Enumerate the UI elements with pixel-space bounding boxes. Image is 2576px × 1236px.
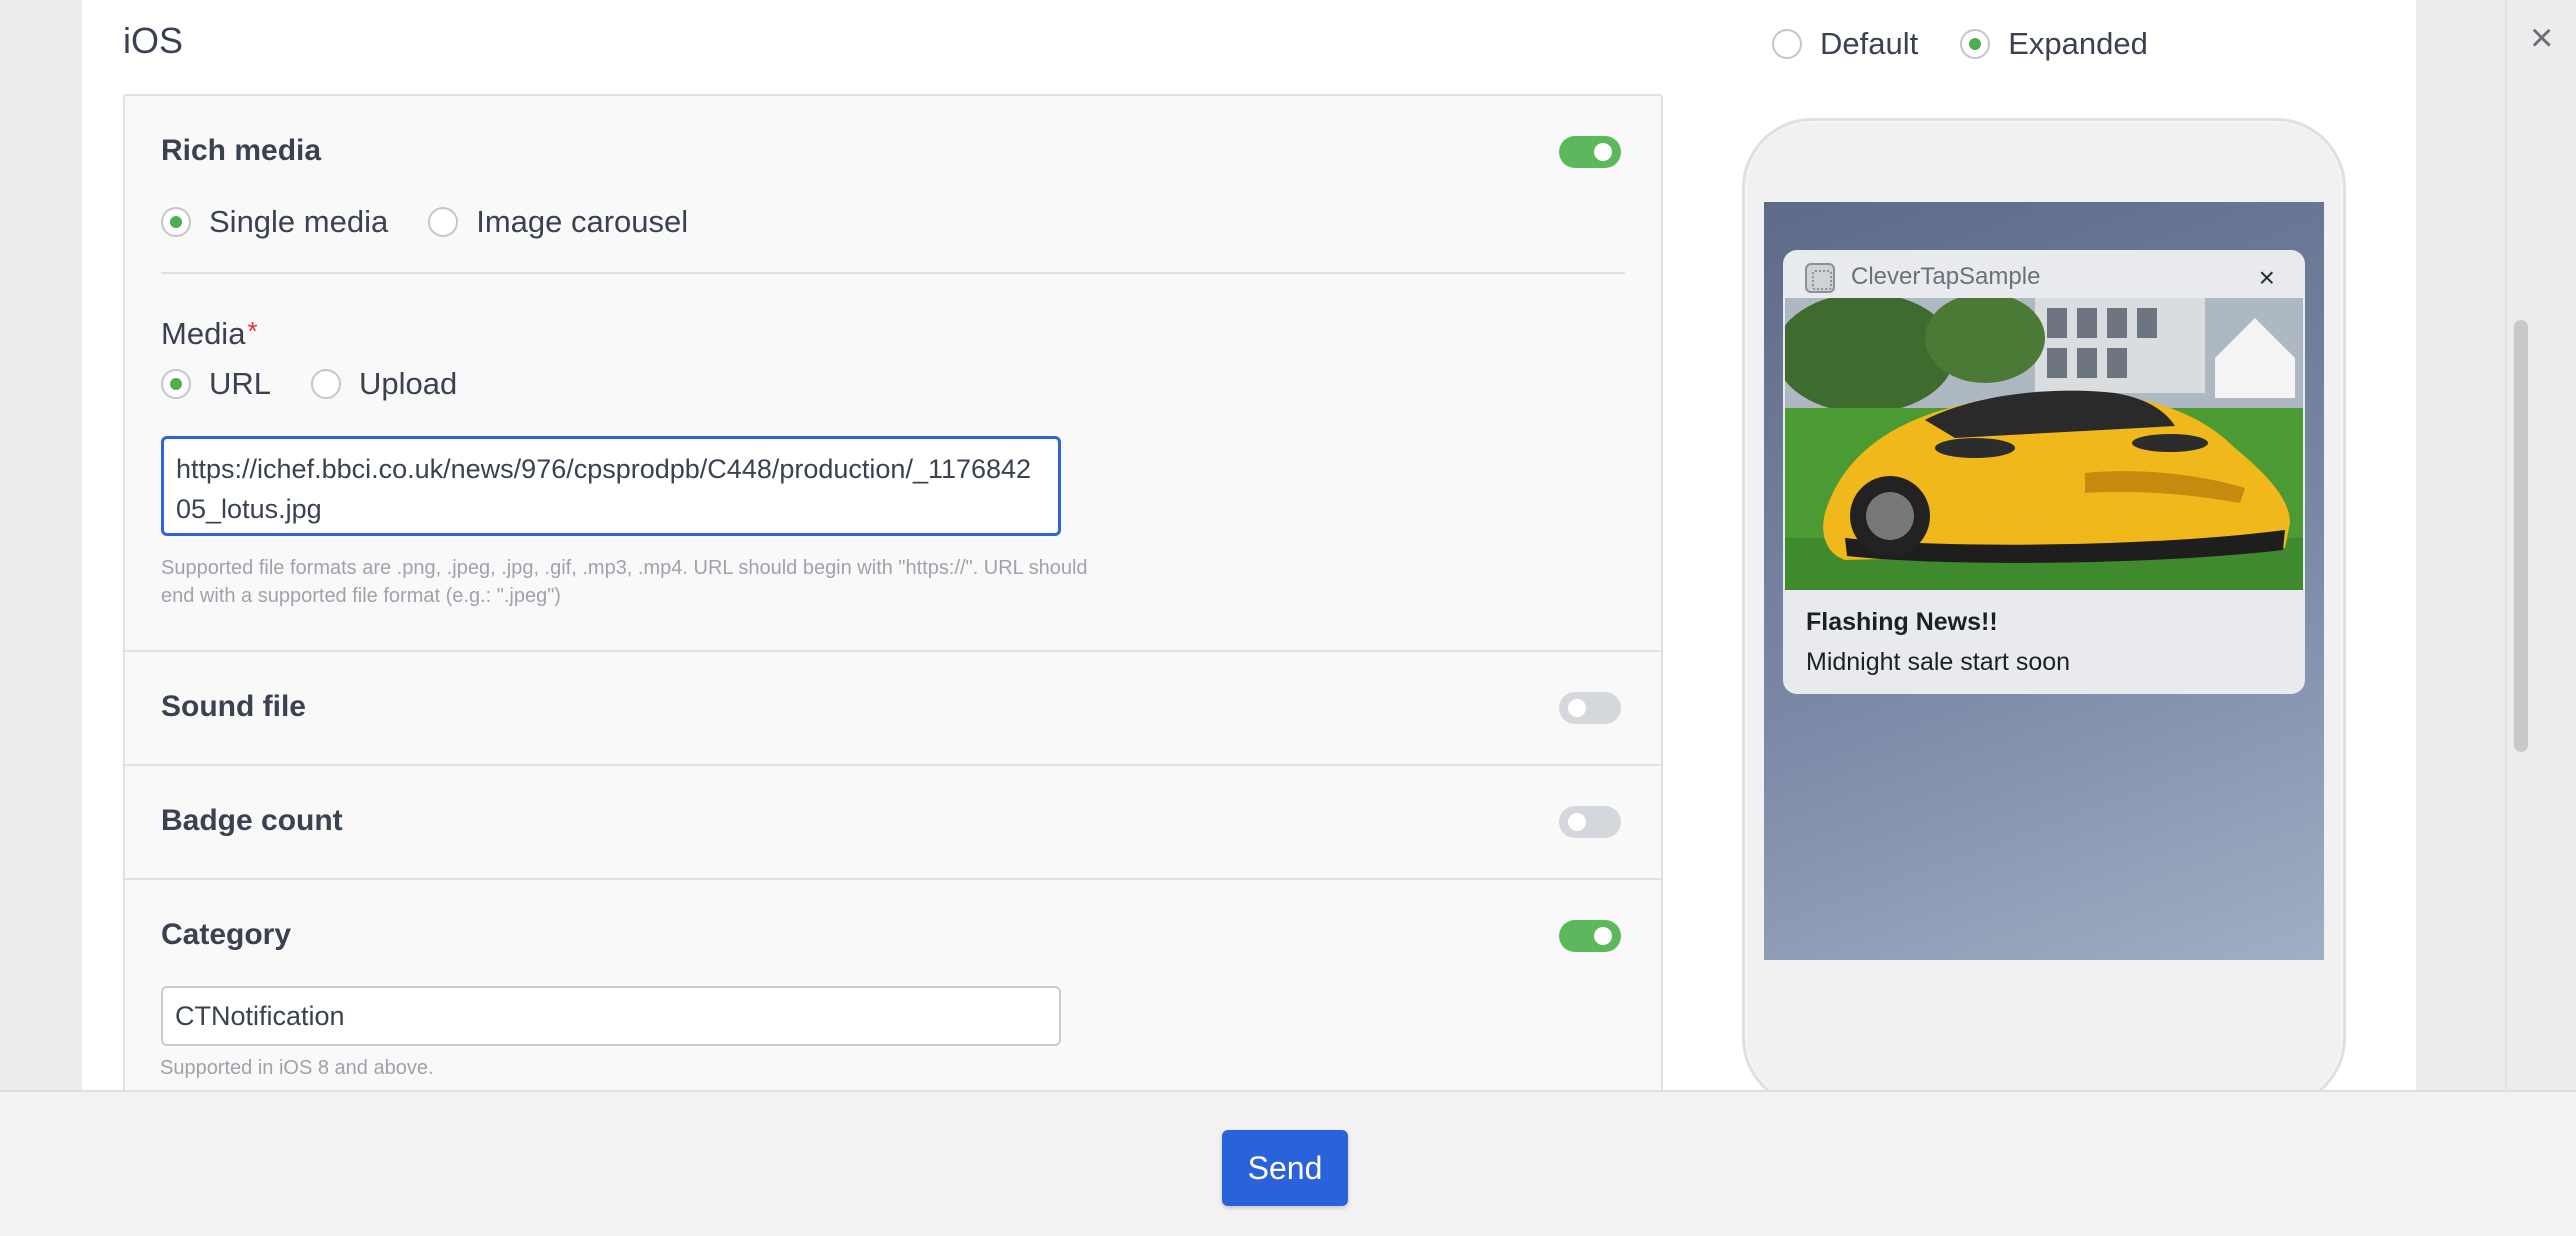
- toggle-knob: [1568, 699, 1586, 717]
- radio-single-media[interactable]: Single media: [161, 204, 388, 240]
- ios-settings-card: Rich media Single media Image carousel M…: [123, 94, 1663, 1175]
- notification-image: [1785, 298, 2303, 590]
- category-input[interactable]: CTNotification: [161, 986, 1061, 1046]
- notification-body: Midnight sale start soon: [1806, 648, 2071, 676]
- notification-card: CleverTapSample × Flashing News!! Midnig…: [1783, 250, 2305, 694]
- radio-circle: [311, 369, 342, 399]
- radio-label: Default: [1820, 26, 1919, 61]
- rich-media-toggle[interactable]: [1559, 136, 1621, 168]
- badge-count-title: Badge count: [161, 804, 343, 837]
- radio-label: Upload: [359, 366, 458, 401]
- radio-label: URL: [209, 366, 272, 401]
- preview-mode-radio-group: Default Expanded: [1772, 26, 2190, 62]
- category-title: Category: [161, 918, 292, 951]
- radio-circle: [428, 207, 459, 237]
- required-marker: *: [247, 316, 258, 346]
- section-divider: [161, 272, 1625, 274]
- notification-header: CleverTapSample ×: [1783, 250, 2305, 298]
- media-field-label: Media*: [161, 316, 258, 352]
- rich-media-title: Rich media: [161, 134, 322, 167]
- radio-label: Single media: [209, 204, 389, 239]
- toggle-knob: [1594, 143, 1612, 161]
- radio-label: Expanded: [2008, 26, 2148, 61]
- category-help-text-visible: Supported in iOS 8 and above.: [160, 1057, 434, 1079]
- badge-count-toggle[interactable]: [1559, 806, 1621, 838]
- radio-default[interactable]: Default: [1772, 26, 1918, 62]
- media-help-text: Supported file formats are .png, .jpeg, …: [161, 557, 1088, 607]
- radio-label: Image carousel: [476, 204, 689, 239]
- sound-file-toggle[interactable]: [1559, 692, 1621, 724]
- radio-upload[interactable]: Upload: [311, 366, 457, 402]
- close-icon[interactable]: ×: [2530, 18, 2553, 58]
- media-url-input[interactable]: https://ichef.bbci.co.uk/news/976/cpspro…: [161, 436, 1061, 536]
- radio-image-carousel[interactable]: Image carousel: [428, 204, 688, 240]
- radio-circle: [161, 369, 191, 399]
- sports-car-image-icon: [1785, 298, 2303, 590]
- toggle-knob: [1568, 813, 1586, 831]
- rich-media-section: Rich media Single media Image carousel M…: [125, 96, 1661, 650]
- media-label-text: Media: [161, 316, 246, 351]
- radio-url[interactable]: URL: [161, 366, 271, 402]
- media-source-radio-group: URL Upload: [161, 366, 497, 402]
- app-icon: [1805, 263, 1835, 293]
- badge-count-section: Badge count: [125, 764, 1661, 878]
- notification-close-icon[interactable]: ×: [2259, 262, 2275, 294]
- notification-title: Flashing News!!: [1806, 608, 1998, 636]
- media-type-radio-group: Single media Image carousel: [161, 204, 728, 240]
- scrollbar-thumb[interactable]: [2514, 320, 2528, 752]
- radio-circle: [1960, 29, 1991, 59]
- side-rail-divider: [2505, 0, 2507, 1090]
- category-toggle[interactable]: [1559, 920, 1621, 952]
- send-button[interactable]: Send: [1222, 1130, 1348, 1206]
- sound-file-title: Sound file: [161, 690, 306, 723]
- radio-circle: [161, 207, 191, 237]
- radio-expanded[interactable]: Expanded: [1960, 26, 2148, 62]
- radio-circle: [1772, 29, 1802, 59]
- page-title: iOS: [123, 20, 184, 61]
- footer-bar: Send: [0, 1090, 2576, 1236]
- toggle-knob: [1594, 927, 1612, 945]
- sound-file-section: Sound file: [125, 650, 1661, 764]
- app-name: CleverTapSample: [1851, 263, 2041, 290]
